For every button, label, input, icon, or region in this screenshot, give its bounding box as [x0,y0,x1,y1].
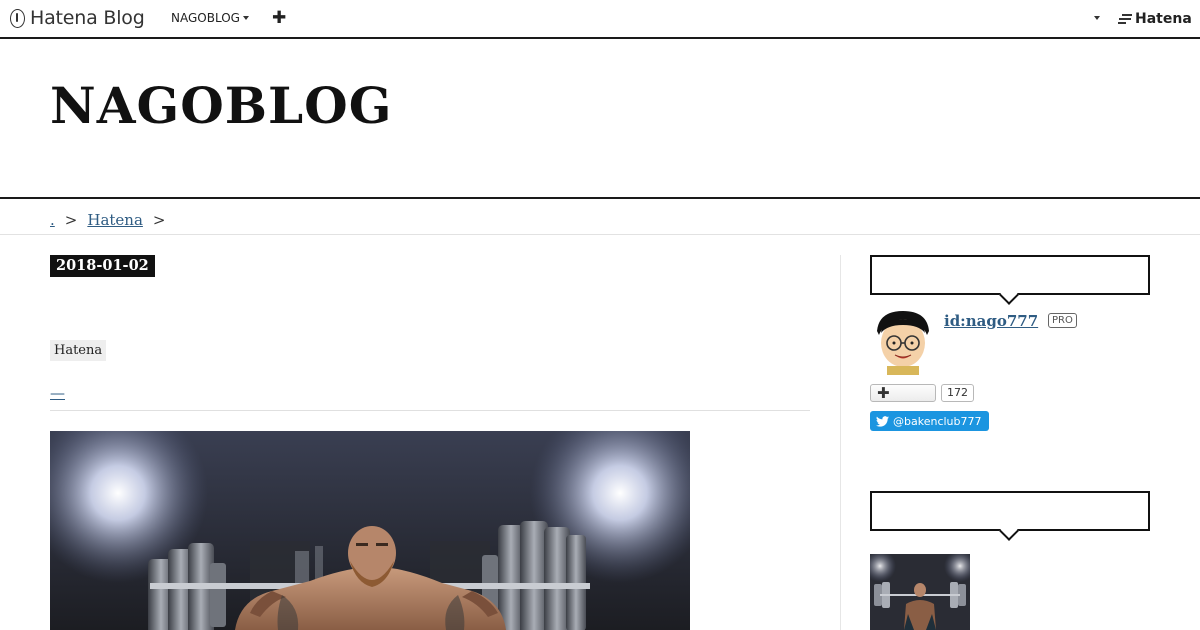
sidebar-recent-heading [870,491,1150,531]
hatena-logo-link[interactable]: Hatena [1118,11,1192,27]
breadcrumb-home-link[interactable]: . [50,211,55,229]
weightlifter-photo-icon [50,431,690,630]
chevron-down-icon [242,16,249,20]
plus-icon: ✚ [877,384,890,402]
bookmark-count[interactable]: 172 [941,384,974,402]
entry-category-tag[interactable]: Hatena [50,340,107,361]
hatena-blog-brand: Hatena Blog [30,7,145,29]
hatena-mark-icon [1118,14,1132,24]
weightlifter-thumb-icon [870,554,970,630]
pro-badge: PRO [1048,313,1077,328]
breadcrumb-separator: > [64,211,78,229]
entry-date[interactable]: 2018-01-02 [50,255,155,277]
sidebar-entry-thumbnail[interactable] [870,554,970,630]
blog-header: NAGOBLOG [0,39,1200,199]
breadcrumb: . > Hatena > [0,199,1200,235]
hatena-bookmark-button[interactable]: ✚ [870,384,936,402]
blog-menu-button[interactable]: NAGOBLOG [171,11,249,25]
entry-title-link[interactable]: — [50,384,65,402]
twitter-handle: @bakenclub777 [893,414,982,428]
entry-divider [50,410,810,411]
twitter-bird-icon [876,415,889,427]
hatena-blog-logo[interactable]: Hatena Blog [10,6,145,30]
profile-id-link[interactable]: id:nago777 [944,312,1038,330]
breadcrumb-separator: > [152,211,166,229]
entry-hero-image [50,431,690,630]
blog-title[interactable]: NAGOBLOG [50,76,392,136]
ink-drop-icon [10,8,25,28]
sidebar-profile-heading [870,255,1150,295]
blog-menu-label: NAGOBLOG [171,11,240,25]
twitter-follow-button[interactable]: @bakenclub777 [870,411,989,431]
breadcrumb-category-link[interactable]: Hatena [87,211,143,229]
hatena-logo-label: Hatena [1135,11,1192,27]
avatar-glasses-man-icon [877,311,929,375]
add-entry-button[interactable]: ✚ [272,8,286,28]
user-menu-dropdown-icon[interactable] [1094,16,1100,20]
global-header: Hatena Blog NAGOBLOG ✚ Hatena [0,0,1200,39]
profile-avatar[interactable] [873,309,933,375]
column-divider [840,255,841,630]
